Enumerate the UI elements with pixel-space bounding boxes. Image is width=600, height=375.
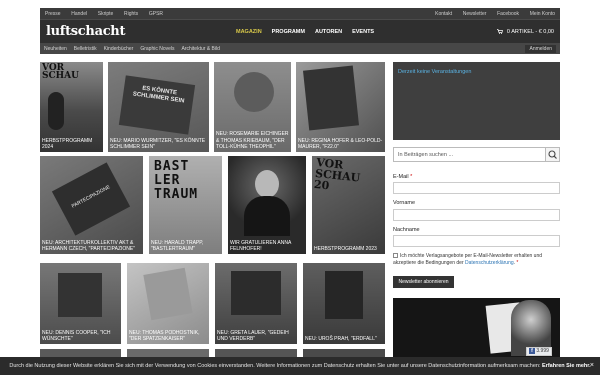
post-caption: HERBSTPROGRAMM 2023 — [314, 245, 377, 252]
close-icon[interactable]: × — [590, 357, 594, 375]
top-bar-left: Presse Handel Skripte Rights GPSR — [45, 11, 172, 17]
cookie-bar: Durch die Nutzung dieser Website erkläre… — [0, 357, 600, 375]
post-tile[interactable]: WIR GRATULIEREN ANNA FELNHOFER! — [228, 156, 306, 254]
post-caption: NEU: GRETA LAUER, "GEDEIH UND VERDERB" — [217, 329, 289, 342]
category-nav: Neuheiten Belletristik Kinderbücher Grap… — [40, 43, 560, 54]
topbar-link-account[interactable]: Mein Konto — [530, 11, 555, 17]
topbar-link-skripte[interactable]: Skripte — [98, 11, 114, 17]
topbar-link-rights[interactable]: Rights — [124, 11, 138, 17]
consent-checkbox[interactable] — [393, 253, 398, 258]
cookie-text: Durch die Nutzung dieser Website erkläre… — [9, 363, 541, 369]
cart-icon — [497, 28, 504, 34]
post-tile[interactable]: NEU: DENNIS COOPER, "ICH WÜNSCHTE" — [40, 263, 121, 344]
email-field[interactable] — [393, 182, 560, 194]
topbar-link-kontakt[interactable]: Kontakt — [435, 11, 452, 17]
facebook-count: 3.999 — [536, 348, 549, 354]
post-tile[interactable]: BAST LER TRAUM NEU: HARALD TRAPP, "BASTL… — [149, 156, 222, 254]
vorname-field[interactable] — [393, 209, 560, 221]
post-caption: WIR GRATULIEREN ANNA FELNHOFER! — [230, 239, 292, 252]
events-empty-text[interactable]: Derzeit keine Veranstaltungen — [398, 69, 471, 75]
category-graphic-novels[interactable]: Graphic Novels — [140, 46, 174, 52]
post-caption: NEU: UROŠ PRAH, "ERDFALL" — [305, 335, 377, 342]
post-tile[interactable]: NEU: GRETA LAUER, "GEDEIH UND VERDERB" — [215, 263, 297, 344]
nav-magazin[interactable]: MAGAZIN — [236, 29, 262, 35]
category-neuheiten[interactable]: Neuheiten — [44, 46, 67, 52]
nav-events[interactable]: EVENTS — [352, 29, 374, 35]
post-tile[interactable]: NEU: THOMAS PODHOSTNIK, "DER SPATZENKAIS… — [127, 263, 209, 344]
top-bar-right: Kontakt Newsletter Facebook Mein Konto — [426, 11, 555, 17]
post-caption: NEU: DENNIS COOPER, "ICH WÜNSCHTE" — [42, 329, 111, 342]
post-tile[interactable]: ES KÖNNTE SCHLIMMER SEIN NEU: MARIO WURM… — [108, 62, 209, 152]
post-caption: NEU: ROSEMARIE EICHINGER & THOMAS KRIEBA… — [216, 131, 289, 150]
events-widget: Derzeit keine Veranstaltungen — [393, 62, 560, 140]
topbar-link-newsletter[interactable]: Newsletter — [463, 11, 487, 17]
post-tile[interactable]: NEU: UROŠ PRAH, "ERDFALL" — [303, 263, 385, 344]
category-architektur[interactable]: Architektur & Bild — [182, 46, 220, 52]
post-caption: NEU: THOMAS PODHOSTNIK, "DER SPATZENKAIS… — [129, 329, 200, 342]
category-kinderbuecher[interactable]: Kinderbücher — [104, 46, 134, 52]
facebook-icon: f — [529, 348, 535, 354]
post-caption: HERBSTPROGRAMM 2024 — [42, 137, 93, 150]
newsletter-consent: Ich möchte Verlagsangebote per E-Mail-Ne… — [393, 253, 543, 266]
search-button[interactable] — [545, 148, 559, 161]
cover-title: VOR SCHAU 20 — [313, 156, 361, 193]
post-tile[interactable]: VOR SCHAU 20 HERBSTPROGRAMM 2023 — [312, 156, 385, 254]
post-caption: NEU: ARCHITEKTURKOLLEKTIV AKT & HERMANN … — [42, 239, 136, 252]
topbar-link-gpsr[interactable]: GPSR — [149, 11, 163, 17]
cart-text: 0 ARTIKEL - € 0,00 — [506, 28, 554, 35]
cover-title: BAST LER TRAUM — [154, 159, 199, 202]
post-caption: NEU: REGINA HOFER & LEO-POLD-MAURER, "F2… — [298, 137, 383, 150]
topbar-link-handel[interactable]: Handel — [71, 11, 87, 17]
post-tile[interactable]: NEU: ROSEMARIE EICHINGER & THOMAS KRIEBA… — [214, 62, 291, 152]
login-button[interactable]: Anmelden — [525, 44, 556, 53]
promo-banner[interactable]: f 3.999 — [393, 298, 560, 358]
vorname-label: Vorname — [393, 200, 416, 206]
subscribe-button[interactable]: Newsletter abonnieren — [393, 276, 454, 288]
cart-summary[interactable]: 0 ARTIKEL - € 0,00 — [497, 29, 554, 35]
search-icon — [548, 150, 557, 159]
site-logo[interactable]: luftschacht — [46, 24, 236, 39]
post-tile[interactable]: NEU: REGINA HOFER & LEO-POLD-MAURER, "F2… — [296, 62, 385, 152]
nachname-field[interactable] — [393, 235, 560, 247]
category-belletristik[interactable]: Belletristik — [74, 46, 97, 52]
cookie-more-link[interactable]: Erfahren Sie mehr. — [542, 363, 591, 369]
search-field[interactable]: In Beiträgen suchen ... — [393, 147, 560, 162]
cover-title: VOR SCHAU — [42, 63, 79, 81]
site-header: luftschacht MAGAZIN PROGRAMM AUTOREN EVE… — [40, 19, 560, 43]
main-nav: MAGAZIN PROGRAMM AUTOREN EVENTS — [236, 29, 374, 35]
nachname-label: Nachname — [393, 227, 420, 233]
email-label: E-Mail * — [393, 174, 413, 180]
search-input[interactable]: In Beiträgen suchen ... — [398, 152, 453, 158]
post-caption: NEU: HARALD TRAPP, "BASTLERTRAUM" — [151, 239, 204, 252]
privacy-link[interactable]: Datenschutzerklärung — [465, 260, 514, 266]
post-tile[interactable]: VOR SCHAU HERBSTPROGRAMM 2024 — [40, 62, 103, 152]
topbar-link-presse[interactable]: Presse — [45, 11, 61, 17]
nav-autoren[interactable]: AUTOREN — [315, 29, 342, 35]
top-bar: Presse Handel Skripte Rights GPSR Kontak… — [40, 8, 560, 19]
topbar-link-facebook[interactable]: Facebook — [497, 11, 519, 17]
facebook-badge[interactable]: f 3.999 — [526, 347, 552, 356]
nav-programm[interactable]: PROGRAMM — [272, 29, 305, 35]
post-tile[interactable]: PARTECIPAZIONE NEU: ARCHITEKTURKOLLEKTIV… — [40, 156, 143, 254]
post-caption: NEU: MARIO WURMITZER, "ES KÖNNTE SCHLIMM… — [110, 137, 206, 150]
